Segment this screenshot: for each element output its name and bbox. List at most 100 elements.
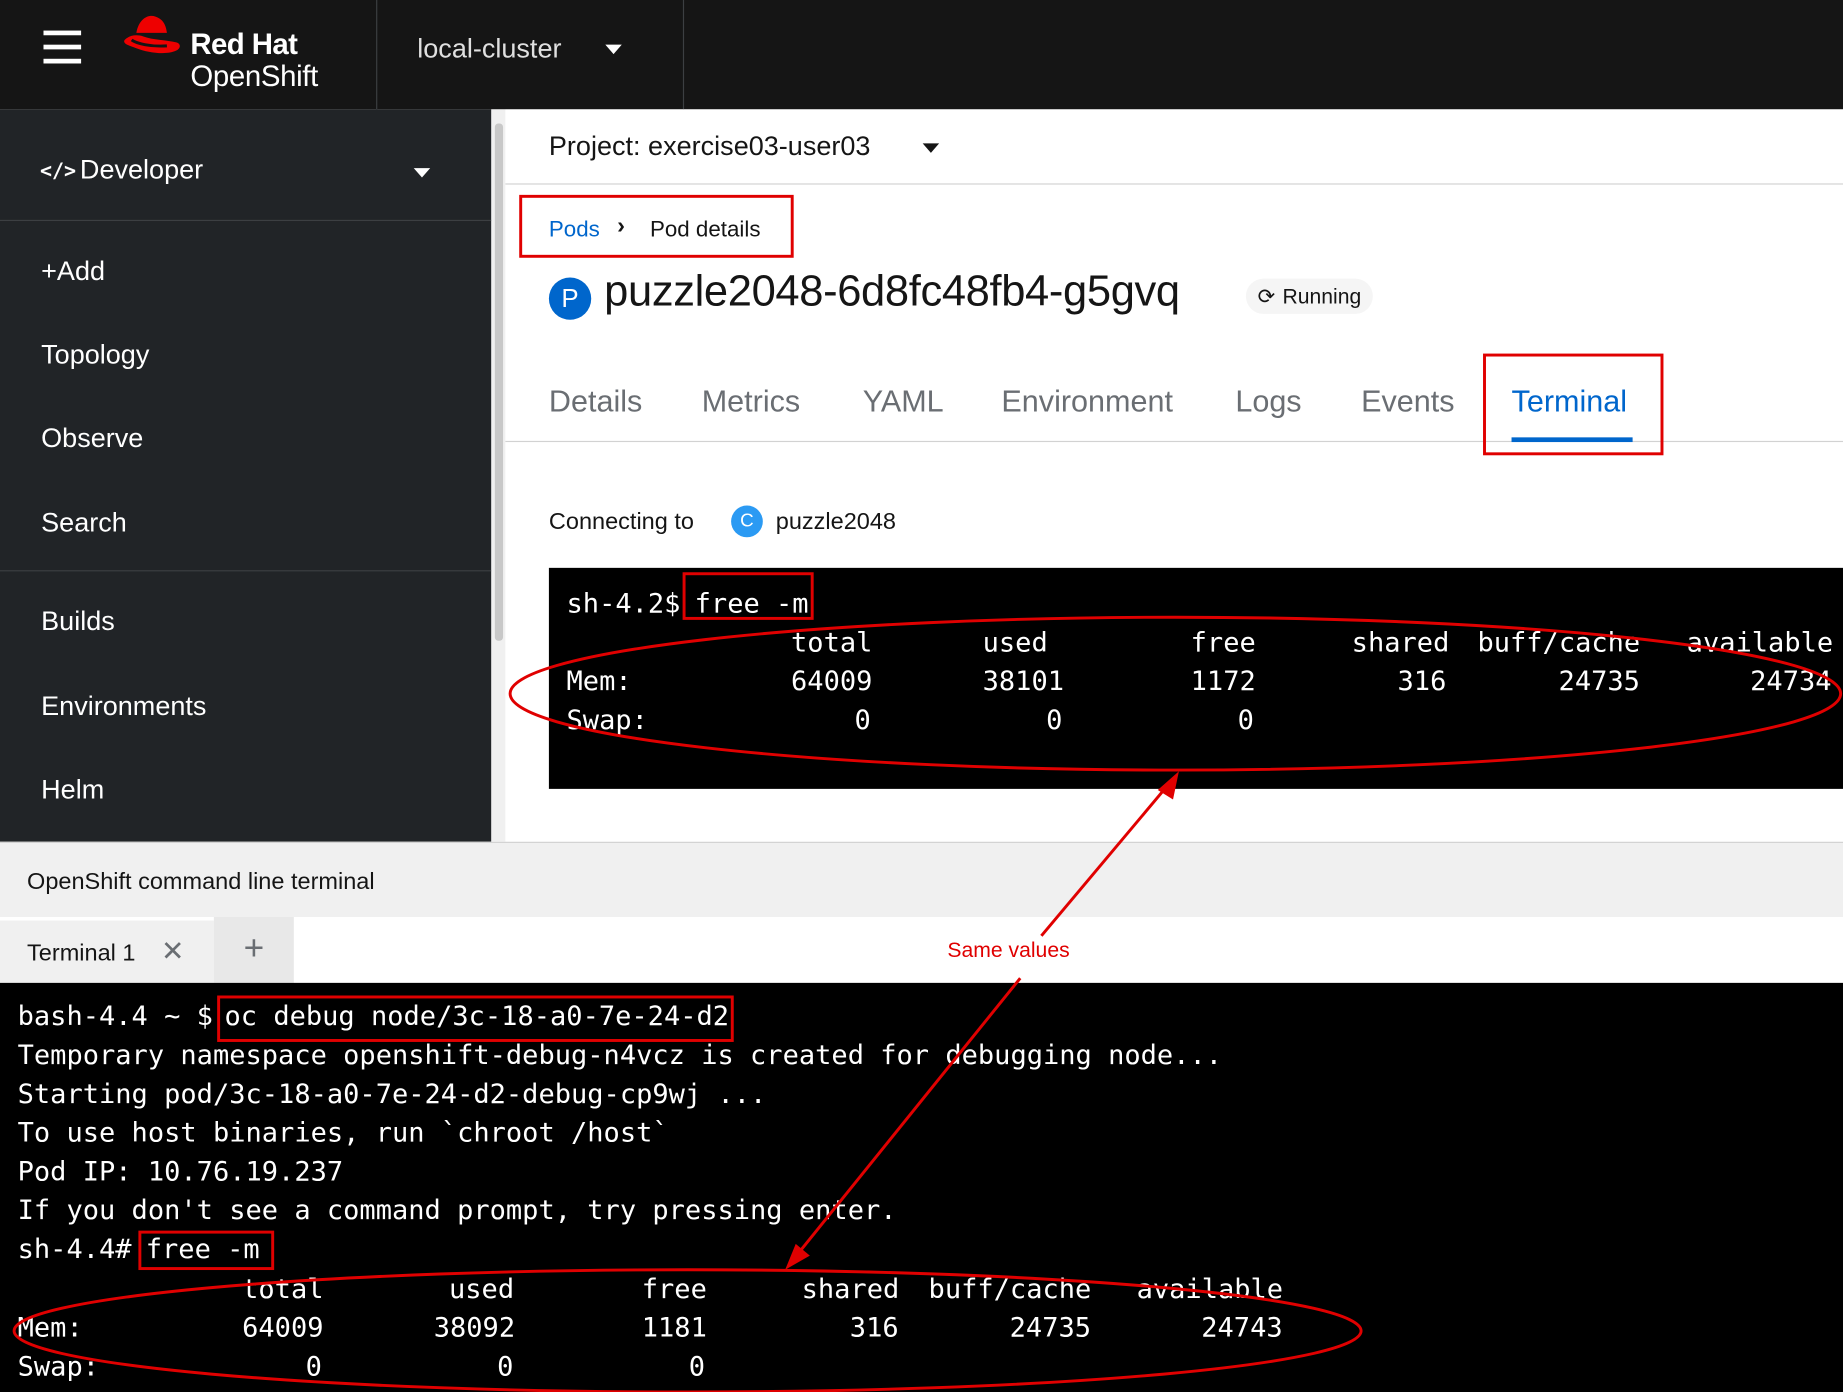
perspective-switcher[interactable]: </> Developer xyxy=(0,109,492,222)
sidebar-item-helm[interactable]: Helm xyxy=(41,774,104,806)
terminal-prompt: sh-4.4# xyxy=(17,1234,148,1266)
container-badge: C xyxy=(731,505,763,538)
mem-shared: 316 xyxy=(849,1313,899,1344)
status-badge: ⟳ Running xyxy=(1245,278,1374,314)
tab-logs[interactable]: Logs xyxy=(1235,383,1301,419)
add-terminal-icon[interactable]: + xyxy=(213,917,294,983)
sidebar-item-observe[interactable]: Observe xyxy=(41,422,143,454)
tab-environment[interactable]: Environment xyxy=(1001,383,1173,419)
page-title: puzzle2048-6d8fc48fb4-g5gvq xyxy=(604,266,1180,316)
cli-tabs: Terminal 1 ✕ + xyxy=(0,917,1843,983)
row-label: Mem: xyxy=(566,666,632,698)
project-bar: Project: exercise03-user03 xyxy=(505,109,1843,185)
terminal-line: Temporary namespace openshift-debug-n4vc… xyxy=(17,1040,1223,1072)
sync-icon: ⟳ xyxy=(1257,284,1276,309)
swap-free: 0 xyxy=(688,1352,706,1383)
col-total: total xyxy=(242,1274,324,1306)
terminal-prompt: bash-4.4 ~ $ xyxy=(17,1001,230,1033)
row-label: Swap: xyxy=(17,1352,100,1383)
col-used: used xyxy=(448,1274,515,1306)
sidebar-item-builds[interactable]: Builds xyxy=(41,605,115,637)
chevron-right-icon: › xyxy=(617,212,625,239)
code-icon: </> xyxy=(39,159,77,184)
redhat-openshift-logo[interactable]: Red Hat OpenShift xyxy=(122,12,357,94)
status-label: Running xyxy=(1282,284,1362,309)
active-tab-indicator xyxy=(1511,437,1633,443)
terminal-line: To use host binaries, run `chroot /host` xyxy=(17,1118,669,1149)
col-total: total xyxy=(791,627,873,659)
mem-free: 1181 xyxy=(641,1313,707,1344)
project-caret-icon[interactable] xyxy=(922,143,940,153)
terminal-line: Pod IP: 10.76.19.237 xyxy=(17,1156,344,1188)
mem-available: 24743 xyxy=(1201,1313,1283,1344)
swap-used: 0 xyxy=(497,1352,514,1383)
tab-events[interactable]: Events xyxy=(1361,383,1454,419)
col-buffcache: buff/cache xyxy=(928,1274,1092,1306)
brand-line2: OpenShift xyxy=(190,59,318,93)
col-used: used xyxy=(982,627,1048,659)
breadcrumb: Pods › Pod details xyxy=(549,213,761,244)
col-free: free xyxy=(1190,627,1256,659)
mem-buffcache: 24735 xyxy=(1009,1313,1092,1344)
mem-available: 24734 xyxy=(1750,666,1832,698)
row-label: Mem: xyxy=(17,1313,83,1344)
mem-buffcache: 24735 xyxy=(1558,666,1640,698)
mem-used: 38092 xyxy=(433,1313,516,1344)
cli-drawer-header: OpenShift command line terminal xyxy=(0,841,1843,918)
col-available: available xyxy=(1136,1274,1284,1306)
col-shared: shared xyxy=(801,1274,900,1306)
cli-terminal[interactable]: bash-4.4 ~ $ oc debug node/3c-18-a0-7e-2… xyxy=(0,982,1843,1392)
connecting-label: Connecting to xyxy=(548,509,694,535)
sidebar: </> Developer +Add Topology Observe Sear… xyxy=(0,109,492,842)
pod-resource-badge: P xyxy=(548,277,592,320)
project-selector[interactable]: Project: exercise03-user03 xyxy=(549,131,871,163)
redhat-hat-icon xyxy=(124,15,180,54)
col-shared: shared xyxy=(1351,627,1450,659)
container-select[interactable]: puzzle2048 xyxy=(776,509,896,536)
sidebar-item-search[interactable]: Search xyxy=(41,507,127,539)
cluster-selector[interactable]: local-cluster xyxy=(417,33,561,65)
tab-details[interactable]: Details xyxy=(549,383,642,419)
hamburger-menu-icon[interactable] xyxy=(43,30,82,66)
sidebar-item-topology[interactable]: Topology xyxy=(41,339,149,371)
perspective-label: Developer xyxy=(79,154,204,185)
annotation-label: Same values xyxy=(947,938,1070,962)
terminal-command: free -m xyxy=(145,1234,260,1266)
col-available: available xyxy=(1686,627,1834,659)
pod-tabs: Details Metrics YAML Environment Logs Ev… xyxy=(505,356,1843,443)
brand-line1: Red Hat xyxy=(190,28,298,62)
chevron-down-icon[interactable] xyxy=(413,168,431,178)
cli-tab-label: Terminal 1 xyxy=(27,940,136,967)
cluster-caret-icon[interactable] xyxy=(605,44,622,55)
terminal-line: Starting pod/3c-18-a0-7e-24-d2-debug-cp9… xyxy=(17,1079,767,1110)
col-buffcache: buff/cache xyxy=(1477,627,1641,659)
terminal-command: oc debug node/3c-18-a0-7e-24-d2 xyxy=(224,1001,730,1033)
masthead: Red Hat OpenShift local-cluster xyxy=(0,0,1843,110)
mem-total: 64009 xyxy=(791,666,873,698)
breadcrumb-pods-link[interactable]: Pods xyxy=(549,218,600,243)
col-free: free xyxy=(641,1274,707,1306)
terminal-prompt: sh-4.2$ xyxy=(566,589,697,620)
tab-yaml[interactable]: YAML xyxy=(863,383,944,419)
mem-shared: 316 xyxy=(1397,666,1447,698)
swap-free: 0 xyxy=(1237,705,1254,736)
terminal-line: If you don't see a command prompt, try p… xyxy=(17,1195,897,1227)
pod-terminal[interactable]: sh-4.2$ free -m total used free shared b… xyxy=(548,567,1843,789)
mem-total: 64009 xyxy=(242,1313,324,1344)
tab-metrics[interactable]: Metrics xyxy=(702,383,800,419)
row-label: Swap: xyxy=(566,705,648,736)
cli-title: OpenShift command line terminal xyxy=(27,868,375,895)
scrollbar-thumb[interactable] xyxy=(494,123,504,641)
cli-tab-terminal-1[interactable]: Terminal 1 ✕ xyxy=(0,917,214,983)
sidebar-item-add[interactable]: +Add xyxy=(41,255,105,287)
mem-used: 38101 xyxy=(982,666,1065,698)
swap-total: 0 xyxy=(854,705,871,736)
close-icon[interactable]: ✕ xyxy=(161,935,185,969)
sidebar-item-environments[interactable]: Environments xyxy=(41,690,206,722)
terminal-command: free -m xyxy=(694,589,809,620)
masthead-divider xyxy=(682,0,685,110)
swap-used: 0 xyxy=(1046,705,1063,736)
swap-total: 0 xyxy=(305,1352,322,1383)
masthead-divider xyxy=(376,0,378,110)
tab-terminal[interactable]: Terminal xyxy=(1512,383,1627,419)
